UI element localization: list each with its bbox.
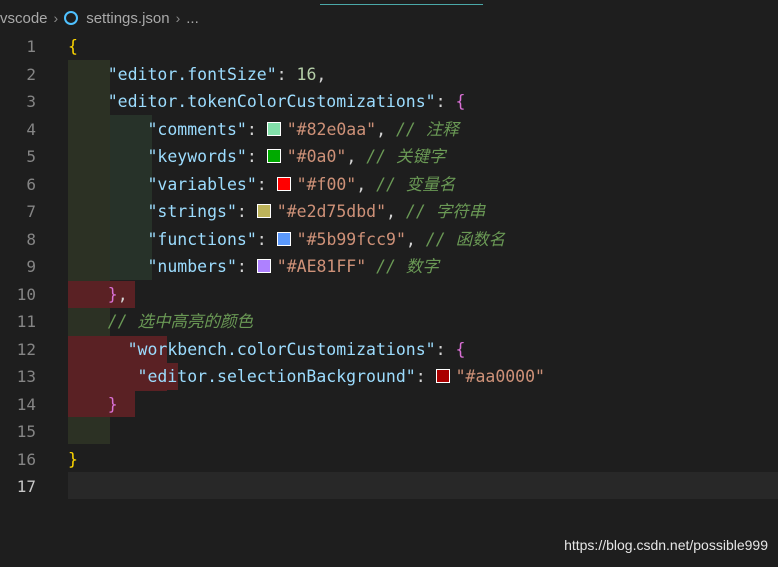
json-string: "#82e0aa": [286, 119, 377, 139]
code-comment: // 关键字: [366, 147, 446, 166]
json-key: "variables": [147, 174, 257, 194]
chevron-right-icon: ›: [53, 10, 59, 26]
json-key: "editor.fontSize": [107, 64, 277, 84]
json-key: "comments": [147, 119, 247, 139]
code-line[interactable]: "variables": "#f00", // 变量名: [0, 171, 778, 199]
code-line[interactable]: // 选中高亮的颜色: [0, 308, 778, 336]
json-key: "editor.tokenColorCustomizations": [107, 92, 436, 111]
code-line[interactable]: }: [0, 446, 778, 474]
code-line[interactable]: "strings": "#e2d75dbd", // 字符串: [0, 198, 778, 226]
json-string: "#aa0000": [455, 367, 545, 386]
json-key: "workbench.colorCustomizations": [127, 339, 436, 359]
brace-close: }: [107, 394, 118, 414]
json-key: "numbers": [147, 257, 237, 276]
breadcrumb: vscode › settings.json › ...: [0, 0, 199, 36]
code-line[interactable]: "functions": "#5b99fcc9", // 函数名: [0, 226, 778, 254]
code-line[interactable]: "comments": "#82e0aa", // 注释: [0, 116, 778, 144]
code-comment: // 字符串: [405, 202, 486, 221]
code-comment: // 注释: [395, 119, 459, 139]
brace-open: {: [68, 37, 78, 56]
color-swatch[interactable]: [266, 121, 281, 136]
json-key: "keywords": [147, 147, 247, 166]
breadcrumb-more[interactable]: ...: [186, 10, 199, 27]
json-file-icon: [64, 11, 79, 25]
code-editor[interactable]: 1 2 3 4 5 6 7 8 9 10 11 12 13 14 15 16 1…: [0, 33, 778, 567]
brace-open: {: [455, 339, 466, 359]
code-line[interactable]: "numbers": "#AE81FF" // 数字: [0, 253, 778, 281]
code-line[interactable]: {: [0, 33, 778, 61]
code-comment: // 函数名: [425, 229, 506, 249]
code-line-active[interactable]: [0, 473, 778, 501]
json-key: "functions": [147, 229, 257, 249]
code-line[interactable]: [0, 418, 778, 446]
code-comment: // 数字: [376, 257, 439, 276]
json-string: "#f00": [296, 174, 357, 194]
code-line[interactable]: "workbench.colorCustomizations": {: [0, 336, 778, 364]
color-swatch[interactable]: [256, 204, 271, 218]
color-swatch[interactable]: [266, 149, 281, 163]
code-line[interactable]: "keywords": "#0a0", // 关键字: [0, 143, 778, 171]
code-comment: // 选中高亮的颜色: [107, 312, 254, 331]
breadcrumb-folder[interactable]: vscode: [0, 10, 48, 27]
watermark: https://blog.csdn.net/possible999: [564, 537, 768, 553]
chevron-right-icon: ›: [175, 10, 181, 26]
breadcrumb-file[interactable]: settings.json: [86, 10, 169, 27]
color-swatch[interactable]: [256, 259, 271, 273]
json-key: "editor.selectionBackground": [137, 367, 416, 386]
json-string: "#e2d75dbd": [276, 202, 387, 221]
code-line[interactable]: "editor.fontSize": 16,: [0, 61, 778, 89]
brace-close: }: [107, 284, 118, 304]
color-swatch[interactable]: [276, 176, 291, 191]
json-string: "#5b99fcc9": [296, 229, 406, 249]
brace-close: }: [68, 449, 78, 469]
code-comment: // 变量名: [376, 174, 456, 194]
json-key: "strings": [147, 202, 237, 221]
code-line[interactable]: },: [0, 281, 778, 309]
active-tab-indicator: [320, 4, 483, 5]
json-string: "#0a0": [286, 147, 347, 166]
color-swatch[interactable]: [276, 231, 291, 246]
color-swatch[interactable]: [435, 369, 450, 383]
json-number: 16: [296, 64, 317, 84]
brace-open: {: [455, 92, 466, 111]
json-string: "#AE81FF": [276, 257, 367, 276]
code-line[interactable]: "editor.tokenColorCustomizations": {: [0, 88, 778, 116]
code-line[interactable]: }: [0, 391, 778, 419]
code-line[interactable]: "editor.selectionBackground": "#aa0000": [0, 363, 778, 391]
